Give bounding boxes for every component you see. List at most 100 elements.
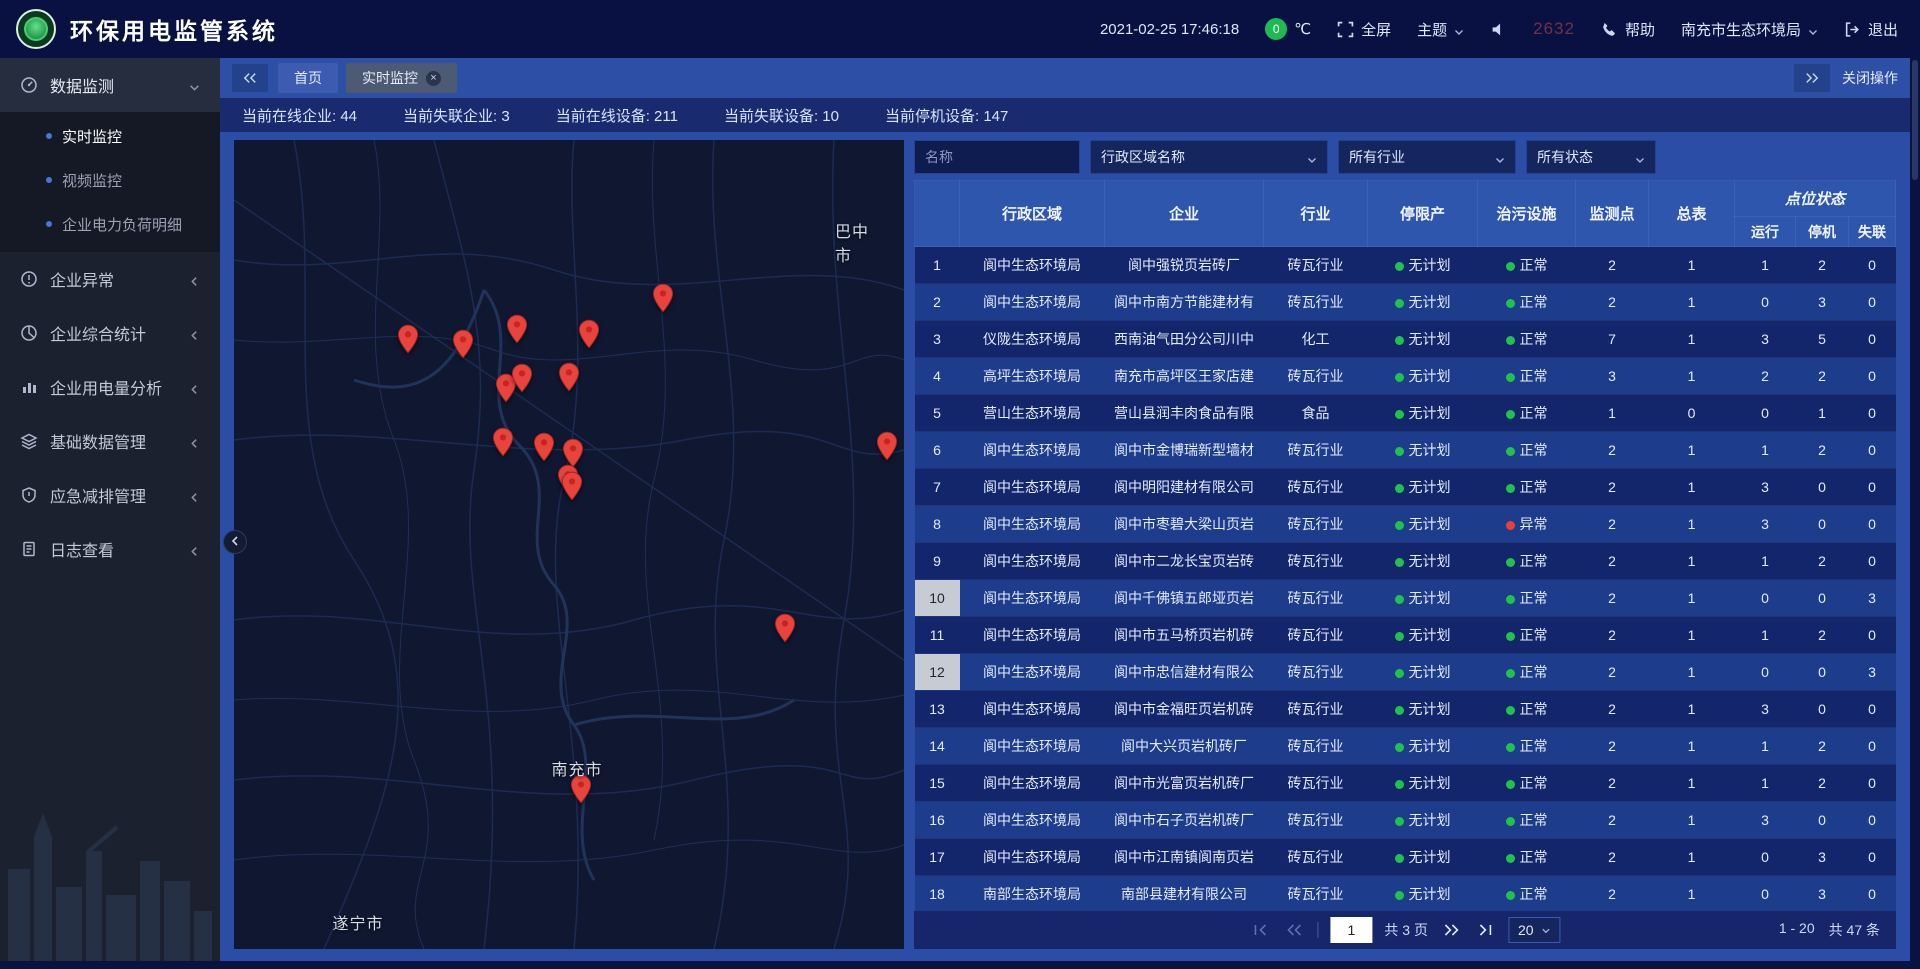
row-index-cell[interactable]: 3 xyxy=(915,321,960,358)
row-index-cell[interactable]: 6 xyxy=(915,432,960,469)
row-index-cell[interactable]: 17 xyxy=(915,839,960,876)
row-index-cell[interactable]: 18 xyxy=(915,876,960,912)
org-dropdown[interactable]: 南充市生态环境局 xyxy=(1681,19,1818,40)
table-row[interactable]: 16阆中生态环境局阆中市石子页岩机砖厂砖瓦行业无计划正常21300 xyxy=(915,802,1896,839)
row-index-cell[interactable]: 7 xyxy=(915,469,960,506)
page-size-select[interactable]: 20 xyxy=(1508,917,1561,943)
map-pin-icon[interactable] xyxy=(652,283,674,313)
total-meter-cell: 1 xyxy=(1649,247,1735,284)
table-row[interactable]: 17阆中生态环境局阆中市江南镇阆南页岩砖瓦行业无计划正常21030 xyxy=(915,839,1896,876)
sidebar-item-5[interactable]: 基础数据管理 xyxy=(0,414,220,468)
map-pin-icon[interactable] xyxy=(397,324,419,354)
table-row[interactable]: 8阆中生态环境局阆中市枣碧大梁山页岩砖瓦行业无计划异常21300 xyxy=(915,506,1896,543)
row-index-cell[interactable]: 8 xyxy=(915,506,960,543)
page-number-input[interactable] xyxy=(1330,917,1372,943)
column-header[interactable]: 治污设施 xyxy=(1478,181,1576,247)
sound-button[interactable] xyxy=(1490,21,1507,38)
column-header[interactable]: 监测点 xyxy=(1576,181,1649,247)
close-operations-button[interactable]: 关闭操作 xyxy=(1842,68,1898,88)
close-icon[interactable]: × xyxy=(426,71,441,86)
page-prev-button[interactable] xyxy=(1283,920,1305,940)
map-pin-icon[interactable] xyxy=(492,427,514,457)
row-index-cell[interactable]: 15 xyxy=(915,765,960,802)
page-last-icon xyxy=(1477,924,1493,936)
column-header[interactable]: 总表 xyxy=(1649,181,1735,247)
row-index-cell[interactable]: 2 xyxy=(915,284,960,321)
sidebar-subitem[interactable]: 视频监控 xyxy=(0,158,220,202)
map-pin-icon[interactable] xyxy=(561,471,583,501)
map-pin-icon[interactable] xyxy=(578,319,600,349)
map-pin-icon[interactable] xyxy=(506,314,528,344)
table-row[interactable]: 12阆中生态环境局阆中市忠信建材有限公砖瓦行业无计划正常21003 xyxy=(915,654,1896,691)
vertical-scrollbar[interactable] xyxy=(1910,58,1920,961)
table-row[interactable]: 4高坪生态环境局南充市高坪区王家店建砖瓦行业无计划正常31220 xyxy=(915,358,1896,395)
tabs-scroll-right-button[interactable] xyxy=(1794,64,1830,92)
table-row[interactable]: 11阆中生态环境局阆中市五马桥页岩机砖砖瓦行业无计划正常21120 xyxy=(915,617,1896,654)
map-collapse-button[interactable] xyxy=(223,530,247,554)
tabs-scroll-left-button[interactable] xyxy=(232,64,268,92)
theme-dropdown[interactable]: 主题 xyxy=(1417,19,1464,40)
map-pin-icon[interactable] xyxy=(876,431,898,461)
scrollbar-thumb[interactable] xyxy=(1912,60,1918,180)
map-pin-icon[interactable] xyxy=(452,329,474,359)
chart-icon xyxy=(20,378,38,396)
horizontal-scrollbar[interactable] xyxy=(0,961,1920,969)
column-header[interactable]: 行业 xyxy=(1264,181,1368,247)
table-row[interactable]: 6阆中生态环境局阆中市金博瑞新型墙材砖瓦行业无计划正常21120 xyxy=(915,432,1896,469)
column-header[interactable]: 停限产 xyxy=(1368,181,1478,247)
name-search-input[interactable] xyxy=(914,140,1080,174)
column-header[interactable]: 行政区域 xyxy=(960,181,1105,247)
page-next-button[interactable] xyxy=(1440,920,1462,940)
table-row[interactable]: 3仪陇生态环境局西南油气田分公司川中化工无计划正常71350 xyxy=(915,321,1896,358)
column-header[interactable]: 企业 xyxy=(1105,181,1264,247)
row-index-cell[interactable]: 16 xyxy=(915,802,960,839)
map-pin-icon[interactable] xyxy=(558,362,580,392)
help-button[interactable]: 帮助 xyxy=(1601,19,1655,40)
row-index-cell[interactable]: 5 xyxy=(915,395,960,432)
row-index-cell[interactable]: 13 xyxy=(915,691,960,728)
table-row[interactable]: 2阆中生态环境局阆中市南方节能建材有砖瓦行业无计划正常21030 xyxy=(915,284,1896,321)
sidebar-item-7[interactable]: 日志查看 xyxy=(0,522,220,576)
table-row[interactable]: 18南部生态环境局南部县建材有限公司砖瓦行业无计划正常21030 xyxy=(915,876,1896,912)
temperature-badge: 0 xyxy=(1265,18,1287,40)
page-last-button[interactable] xyxy=(1474,920,1496,940)
row-index-cell[interactable]: 10 xyxy=(915,580,960,617)
map-pin-icon[interactable] xyxy=(774,613,796,643)
table-row[interactable]: 7阆中生态环境局阆中明阳建材有限公司砖瓦行业无计划正常21300 xyxy=(915,469,1896,506)
column-subheader[interactable]: 失联 xyxy=(1849,217,1896,247)
sidebar-item-1[interactable]: 数据监测 xyxy=(0,58,220,112)
sidebar-subitem[interactable]: 企业电力负荷明细 xyxy=(0,202,220,246)
tab-1[interactable]: 首页 xyxy=(278,63,338,93)
table-row[interactable]: 14阆中生态环境局阆中大兴页岩机砖厂砖瓦行业无计划正常21120 xyxy=(915,728,1896,765)
tab-2[interactable]: 实时监控× xyxy=(346,63,457,93)
row-index-cell[interactable]: 9 xyxy=(915,543,960,580)
sidebar-item-4[interactable]: 企业用电量分析 xyxy=(0,360,220,414)
row-index-cell[interactable]: 11 xyxy=(915,617,960,654)
sidebar-item-3[interactable]: 企业综合统计 xyxy=(0,306,220,360)
table-row[interactable]: 1阆中生态环境局阆中强锐页岩砖厂砖瓦行业无计划正常21120 xyxy=(915,247,1896,284)
region-select[interactable]: 行政区域名称 xyxy=(1090,140,1328,174)
fullscreen-button[interactable]: 全屏 xyxy=(1337,19,1391,40)
industry-select[interactable]: 所有行业 xyxy=(1338,140,1516,174)
sidebar-subitem[interactable]: 实时监控 xyxy=(0,114,220,158)
row-index-cell[interactable]: 14 xyxy=(915,728,960,765)
row-index-cell[interactable]: 4 xyxy=(915,358,960,395)
logout-button[interactable]: 退出 xyxy=(1844,19,1898,40)
table-row[interactable]: 10阆中生态环境局阆中千佛镇五郎垭页岩砖瓦行业无计划正常21003 xyxy=(915,580,1896,617)
column-subheader[interactable]: 运行 xyxy=(1735,217,1796,247)
map-pin-icon[interactable] xyxy=(511,363,533,393)
table-row[interactable]: 15阆中生态环境局阆中市光富页岩机砖厂砖瓦行业无计划正常21120 xyxy=(915,765,1896,802)
sidebar-item-6[interactable]: 应急减排管理 xyxy=(0,468,220,522)
row-index-cell[interactable]: 12 xyxy=(915,654,960,691)
sidebar-item-2[interactable]: 企业异常 xyxy=(0,252,220,306)
status-select[interactable]: 所有状态 xyxy=(1526,140,1656,174)
column-subheader[interactable]: 停机 xyxy=(1796,217,1849,247)
table-row[interactable]: 5营山生态环境局营山县润丰肉食品有限食品无计划正常10010 xyxy=(915,395,1896,432)
notice-count-badge[interactable]: 2632 xyxy=(1533,19,1575,39)
table-row[interactable]: 9阆中生态环境局阆中市二龙长宝页岩砖砖瓦行业无计划正常21120 xyxy=(915,543,1896,580)
row-index-cell[interactable]: 1 xyxy=(915,247,960,284)
page-first-button[interactable] xyxy=(1249,920,1271,940)
map-panel[interactable]: 巴中市南充市遂宁市 xyxy=(234,140,904,949)
table-row[interactable]: 13阆中生态环境局阆中市金福旺页岩机砖砖瓦行业无计划正常21300 xyxy=(915,691,1896,728)
map-pin-icon[interactable] xyxy=(533,432,555,462)
